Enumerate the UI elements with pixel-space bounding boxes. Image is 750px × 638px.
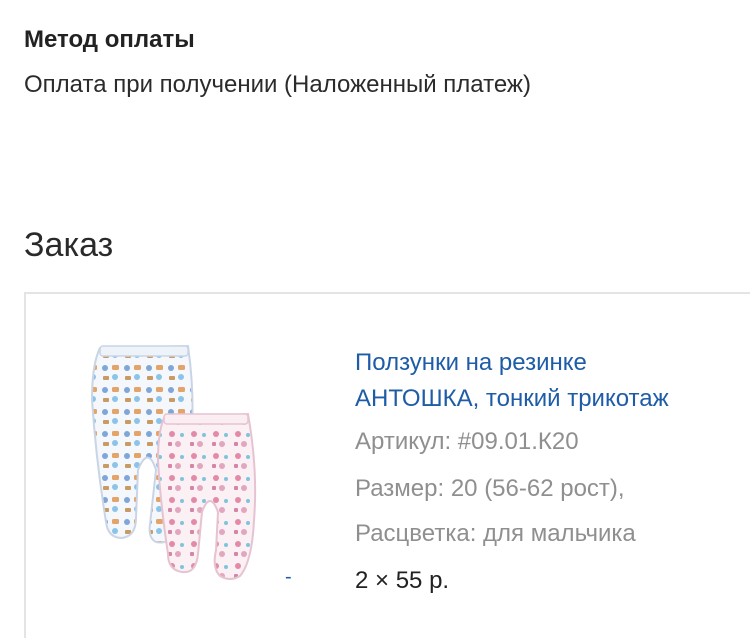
checkout-summary: Метод оплаты Оплата при получении (Налож… bbox=[0, 0, 750, 638]
order-heading: Заказ bbox=[24, 226, 114, 264]
image-link-dash[interactable]: - bbox=[285, 566, 292, 589]
payment-method-title: Метод оплаты bbox=[24, 26, 195, 53]
product-size: Размер: 20 (56-62 рост), bbox=[355, 475, 625, 502]
quantity-price: 2 × 55 р. bbox=[355, 567, 450, 594]
product-image[interactable] bbox=[78, 340, 278, 580]
payment-method-value: Оплата при получении (Наложенный платеж) bbox=[24, 71, 531, 98]
product-name-line2: АНТОШКА, тонкий трикотаж bbox=[355, 385, 669, 412]
product-name-line1: Ползунки на резинке bbox=[355, 349, 587, 376]
product-color: Расцветка: для мальчика bbox=[355, 520, 636, 547]
product-sku: Артикул: #09.01.К20 bbox=[355, 428, 579, 455]
product-name-link[interactable]: Ползунки на резинке АНТОШКА, тонкий трик… bbox=[355, 345, 745, 417]
